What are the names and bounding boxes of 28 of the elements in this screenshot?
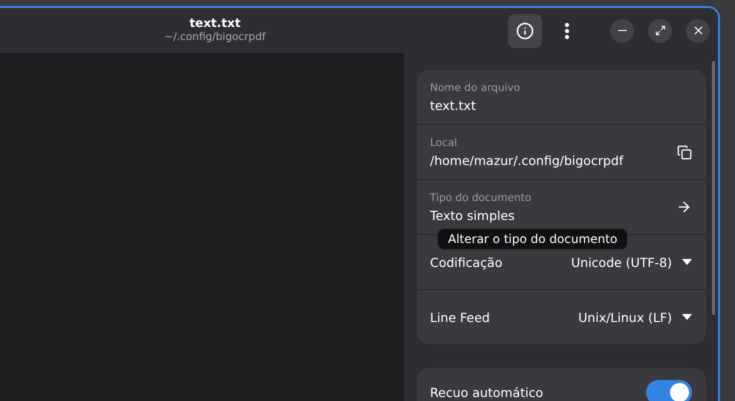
dropdown-value[interactable]: Unicode (UTF-8) (571, 254, 672, 270)
caret-icon[interactable] (682, 259, 692, 265)
info-icon (516, 22, 534, 40)
scrollbar[interactable] (712, 61, 715, 315)
toggle-switch[interactable] (646, 380, 692, 401)
field-label: Tipo do documento (430, 192, 532, 204)
maximize-button[interactable] (648, 18, 672, 42)
window-title: text.txt (189, 16, 241, 30)
setting-label: Recuo automático (430, 385, 544, 400)
window-subtitle: ~/.config/bigocrpdf (164, 31, 266, 43)
copy-button[interactable] (677, 144, 692, 160)
maximize-icon (654, 25, 666, 36)
field-value: /home/mazur/.config/bigocrpdf (430, 152, 624, 168)
copy-icon (677, 144, 692, 160)
caret-icon[interactable] (682, 314, 692, 320)
info-button[interactable] (508, 14, 542, 48)
more-icon (565, 22, 569, 38)
field-label: Local (430, 136, 458, 148)
open-button[interactable] (676, 199, 692, 215)
close-icon (692, 24, 704, 37)
field-value: text.txt (430, 98, 477, 112)
close-button[interactable] (686, 18, 710, 42)
field-label: Nome do arquivo (430, 82, 522, 94)
field-value: Texto simples (430, 208, 516, 222)
field-label: Line Feed (430, 310, 491, 324)
field-label: Codificação (430, 254, 504, 270)
tooltip: Alterar o tipo do documento (437, 228, 628, 250)
dropdown-value[interactable]: Unix/Linux (LF) (578, 310, 672, 324)
